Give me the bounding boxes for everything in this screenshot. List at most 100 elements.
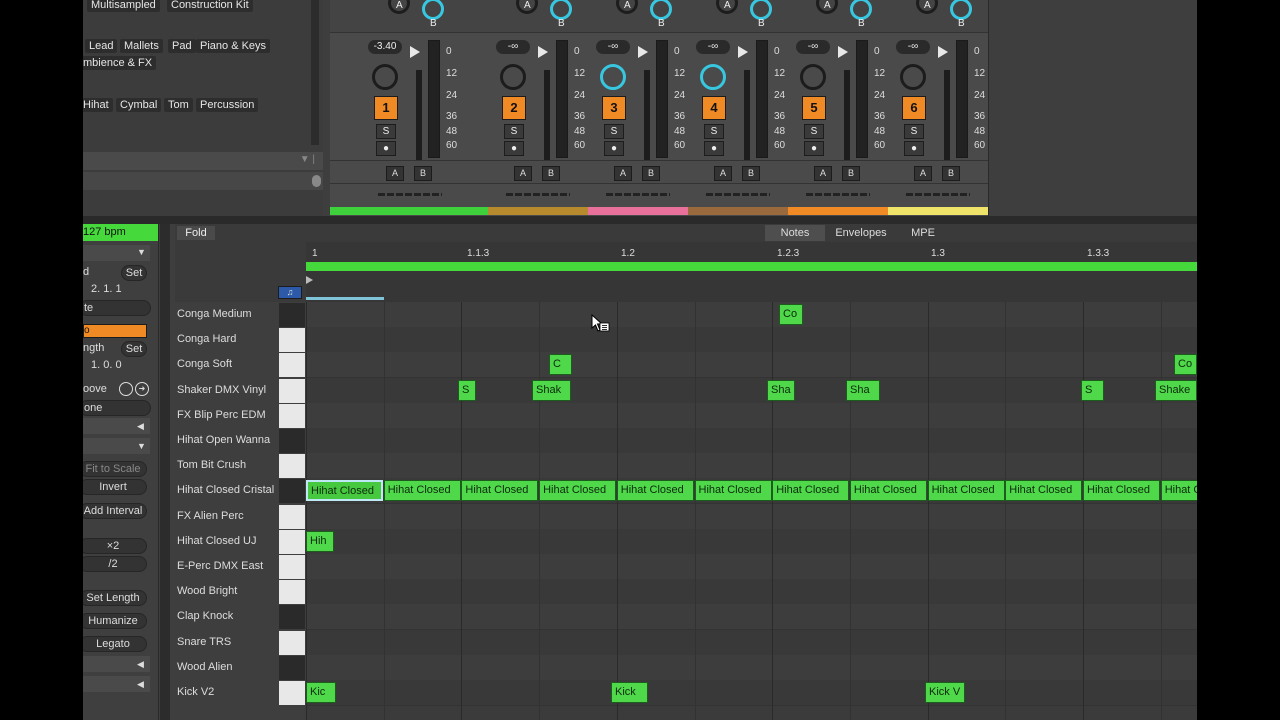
tag-hihat[interactable]: Hihat bbox=[83, 98, 113, 112]
lane-label[interactable]: Hihat Open Wanna bbox=[177, 428, 279, 453]
legato-button[interactable]: Legato bbox=[83, 636, 147, 652]
lane-label[interactable]: FX Alien Perc bbox=[177, 504, 279, 529]
monitor-button[interactable]: ● bbox=[604, 141, 624, 156]
piano-key[interactable] bbox=[279, 328, 305, 353]
tag-mallets[interactable]: Mallets bbox=[120, 39, 163, 53]
humanize-button[interactable]: Humanize bbox=[83, 613, 147, 629]
browser-scrollbar[interactable] bbox=[311, 0, 319, 145]
solo-button[interactable]: S bbox=[504, 124, 524, 139]
midi-note[interactable]: Hihat Closed bbox=[461, 480, 539, 502]
monitor-button[interactable]: ● bbox=[904, 141, 924, 156]
crossfade-a-button[interactable]: A bbox=[914, 166, 932, 181]
length-field[interactable]: 1. 0. 0 bbox=[91, 359, 122, 371]
lane-label[interactable]: Hihat Closed Cristal bbox=[177, 478, 279, 503]
piano-key[interactable] bbox=[279, 630, 305, 655]
volume-fader[interactable] bbox=[856, 40, 868, 158]
clip-section-header[interactable]: ▼ bbox=[83, 245, 150, 261]
volume-fader[interactable] bbox=[956, 40, 968, 158]
track-color-bar[interactable] bbox=[688, 207, 788, 215]
midi-note[interactable]: Shak bbox=[532, 379, 571, 401]
midi-note[interactable]: Hihat Closed bbox=[383, 480, 461, 502]
lane-label[interactable]: Shaker DMX Vinyl bbox=[177, 378, 279, 403]
midi-note[interactable]: S bbox=[1081, 379, 1104, 401]
midi-note[interactable]: Hih bbox=[306, 530, 334, 552]
piano-key[interactable] bbox=[279, 580, 305, 605]
midi-note[interactable]: Co bbox=[779, 304, 803, 325]
grid-row[interactable] bbox=[306, 528, 1197, 555]
track-color-bar[interactable] bbox=[788, 207, 888, 215]
collapse-left-icon[interactable]: ◀ bbox=[137, 679, 144, 690]
grid-row[interactable] bbox=[306, 554, 1197, 580]
track-activator-button[interactable]: 2 bbox=[502, 96, 526, 120]
invert-button[interactable]: Invert bbox=[83, 479, 147, 495]
piano-key[interactable] bbox=[279, 555, 305, 579]
grid-row[interactable] bbox=[306, 377, 1197, 404]
set-length-button[interactable]: Set Length bbox=[83, 590, 147, 606]
track-activator-button[interactable]: 5 bbox=[802, 96, 826, 120]
section-divider[interactable] bbox=[83, 216, 1197, 224]
lane-label[interactable]: Conga Hard bbox=[177, 327, 279, 352]
crossfade-b-button[interactable]: B bbox=[842, 166, 860, 181]
grid-row[interactable] bbox=[306, 352, 1197, 379]
midi-note[interactable]: Hihat Closed bbox=[772, 480, 850, 502]
grid-row[interactable] bbox=[306, 453, 1197, 480]
piano-key[interactable] bbox=[279, 681, 305, 705]
chevron-down-icon[interactable]: ▼ | bbox=[300, 154, 315, 165]
midi-note[interactable]: Hihat Closed bbox=[927, 480, 1005, 502]
collapse-triangle-icon[interactable]: ▼ bbox=[137, 441, 146, 451]
volume-field[interactable]: -3.40 bbox=[368, 40, 402, 54]
groove-selector[interactable]: one bbox=[83, 400, 151, 416]
start-position-field[interactable]: 2. 1. 1 bbox=[91, 283, 122, 295]
groove-commit-icon[interactable]: ➜ bbox=[135, 382, 149, 396]
grid-row[interactable] bbox=[306, 604, 1197, 631]
grid-row[interactable] bbox=[306, 629, 1197, 656]
midi-note[interactable]: Hihat Closed bbox=[1083, 480, 1160, 502]
grid-row[interactable] bbox=[306, 503, 1197, 530]
track-color-bar[interactable] bbox=[488, 207, 588, 215]
volume-field[interactable]: -∞ bbox=[696, 40, 730, 54]
pan-knob[interactable] bbox=[900, 64, 926, 90]
midi-note[interactable]: Shake bbox=[1155, 379, 1197, 401]
piano-key[interactable] bbox=[279, 303, 305, 327]
piano-key[interactable] bbox=[279, 529, 305, 554]
browser-filter-bar[interactable]: ▼ | bbox=[83, 152, 323, 170]
midi-note[interactable]: Kic bbox=[306, 682, 336, 703]
volume-fader[interactable] bbox=[756, 40, 768, 158]
scroll-handle[interactable] bbox=[312, 175, 321, 187]
tag-piano-keys[interactable]: Piano & Keys bbox=[196, 39, 271, 53]
fold-button[interactable]: Fold bbox=[177, 226, 215, 240]
add-interval-button[interactable]: Add Interval bbox=[83, 503, 147, 519]
midi-note[interactable]: Kick V bbox=[925, 682, 965, 703]
crossfade-b-button[interactable]: B bbox=[742, 166, 760, 181]
volume-arrow-icon[interactable] bbox=[738, 46, 748, 58]
grid-row[interactable] bbox=[306, 327, 1197, 354]
midi-note[interactable]: Sha bbox=[767, 379, 795, 401]
tab-envelopes[interactable]: Envelopes bbox=[827, 225, 895, 241]
grid-row[interactable] bbox=[306, 428, 1197, 454]
lane-label[interactable]: Snare TRS bbox=[177, 630, 279, 655]
pan-knob[interactable] bbox=[600, 64, 626, 90]
notes-section-header[interactable]: ◀ bbox=[83, 418, 150, 434]
midi-note[interactable]: Hihat Closed bbox=[539, 480, 617, 502]
grid-row[interactable] bbox=[306, 654, 1197, 681]
volume-fader[interactable] bbox=[428, 40, 440, 158]
midi-note[interactable]: Hihat Closed bbox=[849, 480, 927, 502]
midi-note[interactable]: Sha bbox=[846, 379, 880, 401]
track-color-bar[interactable] bbox=[330, 207, 490, 215]
panel-scrollbar[interactable] bbox=[160, 224, 170, 720]
crossfade-b-button[interactable]: B bbox=[942, 166, 960, 181]
solo-button[interactable]: S bbox=[704, 124, 724, 139]
grid-row[interactable] bbox=[306, 302, 1197, 328]
piano-key[interactable] bbox=[279, 353, 305, 378]
tag-percussion[interactable]: Percussion bbox=[196, 98, 259, 112]
tag-cymbal[interactable]: Cymbal bbox=[116, 98, 162, 112]
lane-label[interactable]: Wood Bright bbox=[177, 579, 279, 604]
fit-to-scale-button[interactable]: Fit to Scale bbox=[83, 461, 147, 477]
lane-label[interactable]: Wood Alien bbox=[177, 655, 279, 680]
collapse-triangle-icon[interactable]: ▼ bbox=[137, 247, 146, 257]
volume-fader[interactable] bbox=[656, 40, 668, 158]
lane-label[interactable]: FX Blip Perc EDM bbox=[177, 403, 279, 428]
volume-arrow-icon[interactable] bbox=[938, 46, 948, 58]
solo-button[interactable]: S bbox=[804, 124, 824, 139]
grid-row[interactable] bbox=[306, 402, 1197, 429]
